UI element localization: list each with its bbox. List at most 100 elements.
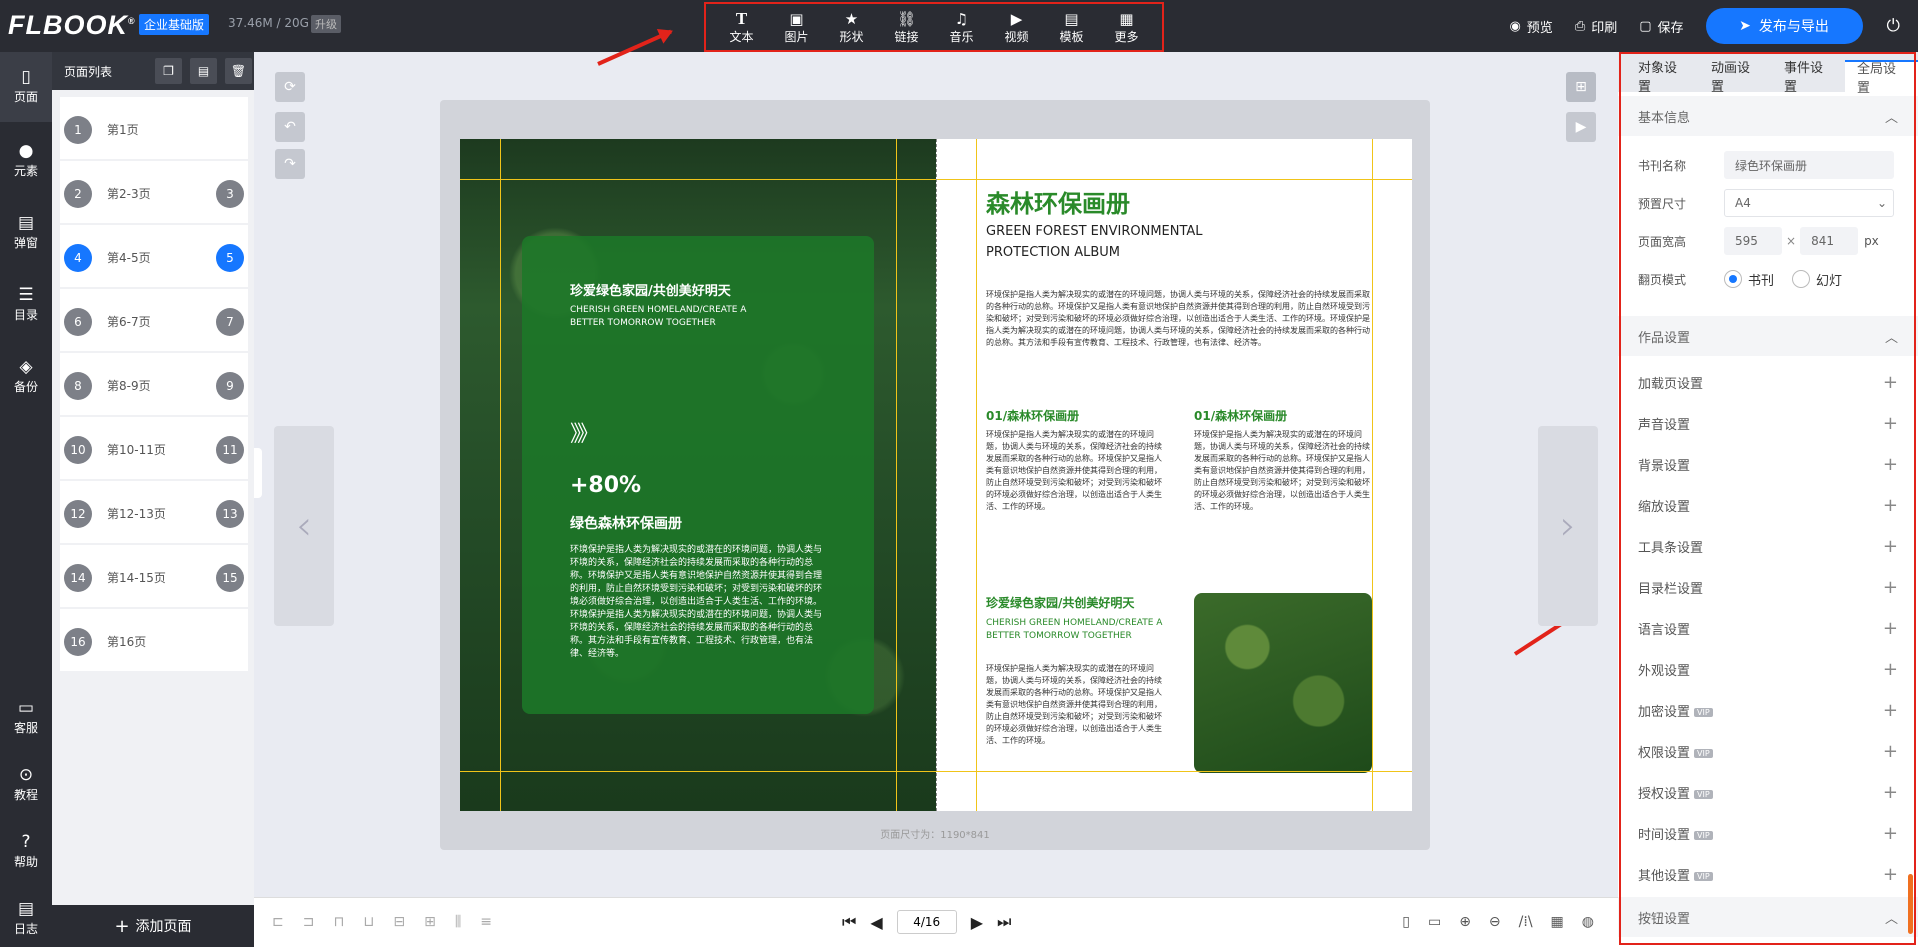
nav-backup[interactable]: ◈ 备份 (0, 356, 52, 395)
play-icon[interactable]: ▶ (1566, 112, 1596, 142)
tab-event[interactable]: 事件设置 (1772, 60, 1845, 95)
page-number-input[interactable] (896, 910, 957, 934)
tool-text[interactable]: T 文本 (718, 9, 766, 45)
tab-global[interactable]: 全局设置 (1845, 60, 1918, 96)
next-page-icon[interactable]: ▶ (971, 913, 983, 932)
tool-shape[interactable]: ★ 形状 (828, 10, 876, 45)
duplicate-icon[interactable]: ▤ (190, 58, 217, 84)
page-fold-line (936, 139, 937, 811)
reset-icon[interactable]: ⟳ (275, 72, 305, 102)
settings-row[interactable]: 声音设置 + (1618, 403, 1918, 444)
nav-log[interactable]: ▤ 日志 (0, 898, 52, 937)
page-thumb-card[interactable]: 14 第14-15页 15 (60, 545, 248, 607)
redo-icon[interactable]: ↷ (275, 149, 305, 179)
tool-image[interactable]: ▣ 图片 (773, 10, 821, 45)
page-thumb-card[interactable]: 12 第12-13页 13 (60, 481, 248, 543)
guides-icon[interactable]: /⁞\ (1519, 914, 1533, 930)
nav-tutorial[interactable]: ⊙ 教程 (0, 764, 52, 803)
page-thumb-card[interactable]: 6 第6-7页 7 (60, 289, 248, 351)
prev-page-arrow[interactable]: ‹ (274, 426, 334, 626)
grid-icon[interactable]: ▦ (1551, 914, 1564, 930)
nav-elements[interactable]: ● 元素 (0, 140, 52, 179)
settings-row[interactable]: 时间设置 VIP + (1618, 813, 1918, 854)
align-center-v-icon[interactable]: ⊞ (424, 914, 436, 930)
page-width-input[interactable]: 595 (1724, 227, 1782, 255)
settings-row[interactable]: 加密设置 VIP + (1618, 690, 1918, 731)
settings-row[interactable]: 工具条设置 + (1618, 526, 1918, 567)
page-thumb-card[interactable]: 8 第8-9页 9 (60, 353, 248, 415)
tool-video[interactable]: ▶ 视频 (993, 10, 1041, 45)
prev-page-icon[interactable]: ◀ (870, 913, 882, 932)
mode-slide-radio[interactable]: 幻灯 (1792, 270, 1842, 289)
align-top-icon[interactable]: ⊓ (333, 914, 344, 930)
save-button[interactable]: ▢ 保存 (1639, 17, 1683, 36)
settings-row[interactable]: 加载页设置 + (1618, 362, 1918, 403)
app-logo[interactable]: FLBOOK® (8, 10, 136, 41)
tool-music[interactable]: ♫ 音乐 (938, 10, 986, 45)
align-left-icon[interactable]: ⊏ (272, 914, 284, 930)
button-settings-header[interactable]: 按钮设置 ︿ (1618, 897, 1918, 937)
nav-toc[interactable]: ☰ 目录 (0, 284, 52, 323)
align-right-icon[interactable]: ⊐ (303, 914, 315, 930)
tab-animation[interactable]: 动画设置 (1699, 60, 1772, 95)
right-subtitle: GREEN FOREST ENVIRONMENTAL PROTECTION AL… (986, 224, 1203, 260)
settings-row[interactable]: 授权设置 VIP + (1618, 772, 1918, 813)
settings-scrollbar[interactable] (1908, 874, 1913, 934)
right-page[interactable]: 森林环保画册 GREEN FOREST ENVIRONMENTAL PROTEC… (936, 139, 1412, 811)
settings-row[interactable]: 外观设置 + (1618, 649, 1918, 690)
preset-size-select[interactable]: A4 ⌄ (1724, 189, 1894, 217)
nav-support[interactable]: ▭ 客服 (0, 697, 52, 736)
green-text-box[interactable]: 珍爱绿色家园/共创美好明天 CHERISH GREEN HOMELAND/CRE… (522, 236, 874, 714)
page-height-input[interactable]: 841 (1800, 227, 1859, 255)
page-thumb-card[interactable]: 10 第10-11页 11 (60, 417, 248, 479)
zoom-in-icon[interactable]: ⊕ (1459, 914, 1471, 930)
edition-badge: 企业基础版 (139, 14, 210, 35)
undo-icon[interactable]: ↶ (275, 112, 305, 142)
page-thumb-card[interactable]: 4 第4-5页 5 (60, 225, 248, 287)
publish-button[interactable]: ➤ 发布与导出 (1705, 8, 1863, 44)
add-page-button[interactable]: + 添加页面 (52, 905, 254, 947)
nav-help[interactable]: ? 帮助 (0, 831, 52, 870)
work-settings-header[interactable]: 作品设置 ︿ (1618, 316, 1918, 356)
basic-info-header[interactable]: 基本信息 ︿ (1618, 96, 1918, 136)
nav-popups[interactable]: ▤ 弹窗 (0, 212, 52, 251)
tool-template[interactable]: ▤ 模板 (1048, 10, 1096, 45)
page-thumb-card[interactable]: 1 第1页 (60, 97, 248, 159)
power-icon[interactable]: ⏻ (1887, 16, 1900, 36)
vip-badge: VIP (1694, 831, 1713, 840)
upgrade-button[interactable]: 升级 (311, 15, 341, 33)
settings-row[interactable]: 缩放设置 + (1618, 485, 1918, 526)
camera-icon[interactable]: ◍ (1582, 914, 1594, 930)
settings-row[interactable]: 背景设置 + (1618, 444, 1918, 485)
page-thumb-card[interactable]: 16 第16页 (60, 609, 248, 671)
mode-book-radio[interactable]: 书刊 (1724, 270, 1774, 289)
book-name-input[interactable]: 绿色环保画册 (1724, 151, 1894, 179)
tab-object[interactable]: 对象设置 (1626, 60, 1699, 95)
settings-row[interactable]: 权限设置 VIP + (1618, 731, 1918, 772)
settings-row[interactable]: 语言设置 + (1618, 608, 1918, 649)
next-page-arrow[interactable]: › (1538, 426, 1598, 626)
nav-pages[interactable]: ▯ 页面 (0, 52, 52, 122)
print-button[interactable]: ⎙ 印刷 (1575, 17, 1617, 36)
page-thumb-card[interactable]: 2 第2-3页 3 (60, 161, 248, 223)
trash-icon[interactable]: 🗑 (225, 58, 252, 84)
spread-view-icon[interactable]: ▭ (1428, 914, 1441, 930)
forest-photo[interactable] (1194, 593, 1372, 773)
left-page[interactable]: 珍爱绿色家园/共创美好明天 CHERISH GREEN HOMELAND/CRE… (460, 139, 936, 811)
copy-icon[interactable]: ❐ (155, 58, 182, 84)
align-bottom-icon[interactable]: ⊔ (363, 914, 374, 930)
zoom-out-icon[interactable]: ⊖ (1489, 914, 1501, 930)
last-page-icon[interactable]: ⏭ (997, 912, 1011, 932)
page-view-icon[interactable]: ▯ (1402, 914, 1410, 930)
add-page-icon[interactable]: ⊞ (1566, 72, 1596, 102)
tool-link[interactable]: ⛓ 链接 (883, 10, 931, 45)
preview-button[interactable]: ◉ 预览 (1509, 17, 1552, 36)
align-center-h-icon[interactable]: ⊟ (393, 914, 405, 930)
distribute-v-icon[interactable]: ≡ (480, 914, 492, 930)
distribute-h-icon[interactable]: ⫼ (455, 914, 461, 930)
settings-row[interactable]: 目录栏设置 + (1618, 567, 1918, 608)
page-icon: ▯ (21, 67, 31, 87)
tool-more[interactable]: ▦ 更多 (1103, 10, 1151, 45)
first-page-icon[interactable]: ⏮ (842, 912, 856, 932)
settings-row[interactable]: 其他设置 VIP + (1618, 854, 1918, 895)
